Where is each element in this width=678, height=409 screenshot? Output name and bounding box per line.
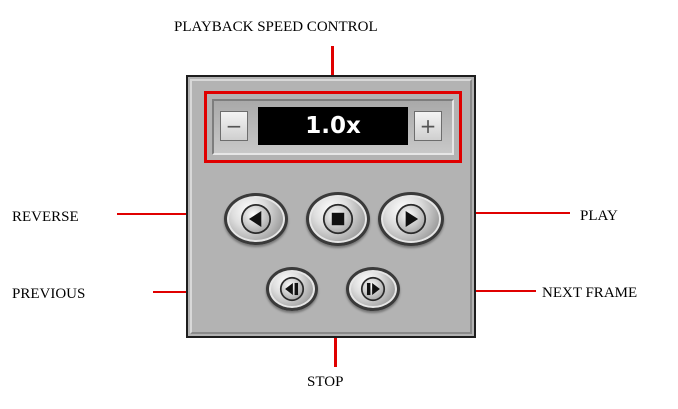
step-forward-icon — [360, 276, 386, 302]
speed-increase-button[interactable]: + — [414, 111, 442, 141]
speed-control-callout-label: PLAYBACK SPEED CONTROL — [174, 19, 378, 35]
speed-control-bezel: − 1.0x + — [212, 99, 454, 155]
playback-control-panel: − 1.0x + — [186, 75, 476, 338]
next-frame-button[interactable] — [346, 267, 400, 311]
triangle-right-icon — [395, 203, 427, 235]
previous-callout-label: PREVIOUS — [12, 286, 86, 302]
speed-decrease-button[interactable]: − — [220, 111, 248, 141]
play-button[interactable] — [378, 192, 444, 246]
reverse-button[interactable] — [224, 193, 288, 245]
triangle-left-icon — [240, 203, 272, 235]
previous-frame-button[interactable] — [266, 267, 318, 311]
stop-button[interactable] — [306, 192, 370, 246]
playback-speed-control: − 1.0x + — [204, 91, 462, 163]
reverse-callout-label: REVERSE — [12, 209, 79, 225]
diagram-root: { "labels": { "speed_control": "PLAYBACK… — [0, 0, 678, 409]
play-callout-label: PLAY — [580, 208, 618, 224]
speed-display: 1.0x — [258, 107, 408, 145]
square-stop-icon — [322, 203, 354, 235]
stop-callout-label: STOP — [307, 374, 344, 390]
next-frame-callout-label: NEXT FRAME — [542, 285, 638, 301]
step-back-icon — [279, 276, 305, 302]
